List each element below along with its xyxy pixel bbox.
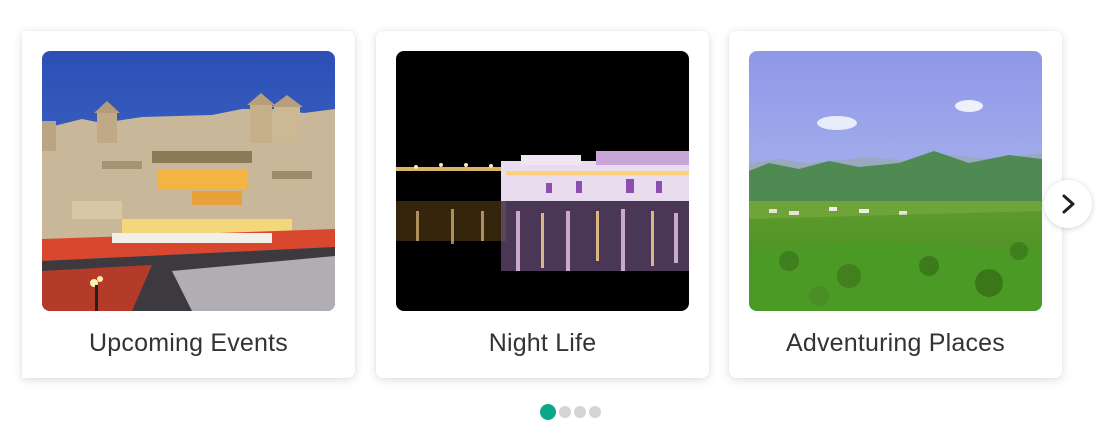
pagination-dot-4[interactable] — [588, 406, 601, 418]
pagination-dot-2[interactable] — [558, 406, 571, 418]
pagination-dot-1[interactable] — [539, 404, 556, 420]
next-button[interactable] — [1044, 180, 1092, 228]
city-palace-evening-photo — [42, 51, 335, 311]
card-adventuring-places[interactable]: Adventuring Places — [729, 31, 1062, 378]
card-label: Adventuring Places — [785, 329, 1005, 357]
lake-palace-night-photo — [396, 51, 689, 311]
chevron-right-icon — [1062, 194, 1075, 214]
category-carousel: Upcoming Events Night Life Adventuring P… — [0, 0, 1110, 444]
card-label: Upcoming Events — [89, 329, 288, 357]
card-night-life[interactable]: Night Life — [376, 31, 709, 378]
pagination-dot-3[interactable] — [573, 406, 586, 418]
card-label: Night Life — [488, 329, 597, 357]
green-hills-landscape-photo — [749, 51, 1042, 311]
card-upcoming-events[interactable]: Upcoming Events — [22, 31, 355, 378]
pagination-dots — [0, 404, 1110, 420]
